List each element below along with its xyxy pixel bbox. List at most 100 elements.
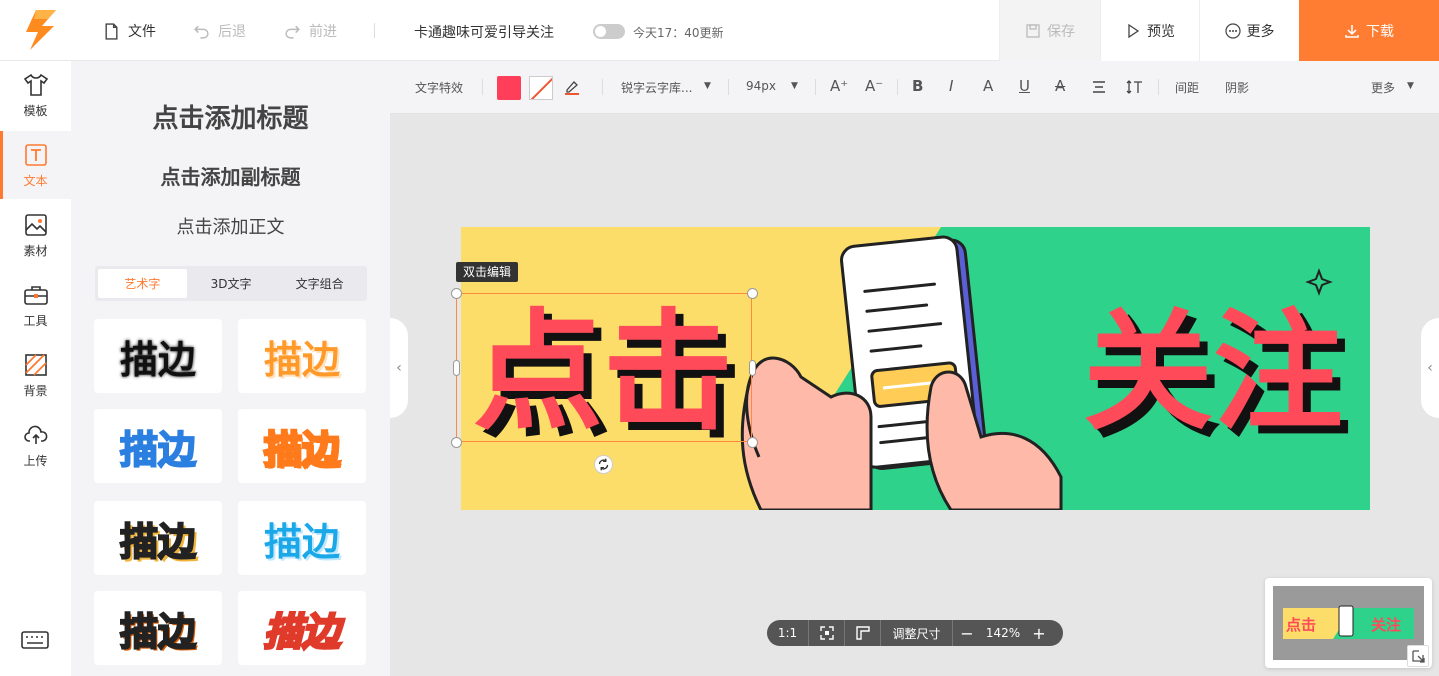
nav-item-material[interactable]: 素材: [0, 201, 71, 269]
art-text-sample[interactable]: 描边: [238, 319, 366, 393]
app-logo[interactable]: [22, 8, 62, 52]
chevron-left-icon: ‹: [1427, 360, 1433, 376]
highlight-pen-icon[interactable]: [563, 78, 581, 96]
resize-handle[interactable]: [453, 360, 460, 376]
add-subtitle-button[interactable]: 点击添加副标题: [71, 161, 390, 190]
art-text-sample[interactable]: 描边: [238, 501, 366, 575]
add-title-button[interactable]: 点击添加标题: [71, 98, 390, 135]
edit-hint-tooltip: 双击编辑: [456, 262, 519, 282]
sample-text: 描边: [263, 519, 340, 564]
nav-item-template[interactable]: 模板: [0, 61, 71, 129]
strikethrough-icon[interactable]: A: [1055, 77, 1065, 95]
expand-minimap-button[interactable]: [1407, 645, 1429, 667]
text-toolbar: 文字特效 锐字云字库... ▼ 94px ▼ A⁺ A⁻ B I A U A 间…: [390, 61, 1439, 114]
stroke-color-swatch[interactable]: [529, 76, 553, 100]
sample-text: 描边: [262, 608, 341, 655]
minimap-left-text: 点击: [1286, 616, 1316, 634]
download-button[interactable]: 下载: [1299, 0, 1439, 61]
left-nav: 模板 文本 素材 工具 背景 上传: [0, 61, 71, 676]
add-body-button[interactable]: 点击添加正文: [71, 213, 390, 239]
document-title[interactable]: 卡通趣味可爱引导关注: [414, 22, 554, 42]
keyboard-icon[interactable]: [21, 629, 49, 651]
resize-handle[interactable]: [451, 437, 462, 448]
tab-text-combo[interactable]: 文字组合: [275, 269, 364, 298]
more-button[interactable]: 更多: [1199, 0, 1299, 61]
italic-icon[interactable]: I: [949, 77, 953, 95]
align-center-icon[interactable]: [1090, 78, 1108, 96]
nav-item-text[interactable]: 文本: [0, 131, 71, 199]
nav-item-tools[interactable]: 工具: [0, 271, 71, 339]
nav-label: 背景: [23, 383, 48, 398]
actual-size-button[interactable]: 1:1: [767, 620, 809, 646]
art-text-sample[interactable]: 描边: [94, 501, 222, 575]
sample-text: 描边: [119, 519, 197, 565]
line-height-icon[interactable]: [1126, 78, 1144, 96]
sample-text: 描边: [262, 426, 341, 473]
fit-screen-icon: [819, 626, 834, 640]
undo-button[interactable]: 后退: [193, 21, 246, 41]
chevron-left-icon: ‹: [396, 360, 402, 376]
fit-screen-button[interactable]: [809, 620, 845, 646]
nav-label: 素材: [23, 243, 48, 258]
update-time: 今天17：40更新: [633, 26, 724, 40]
chevron-down-icon: ▼: [704, 81, 711, 91]
divider: [482, 79, 483, 95]
spacing-button[interactable]: 间距: [1175, 79, 1199, 96]
font-size-select[interactable]: 94px: [746, 79, 776, 93]
save-button[interactable]: 保存: [999, 0, 1100, 61]
zoom-level[interactable]: 142%: [981, 620, 1025, 646]
zoom-in-button[interactable]: +: [1025, 620, 1053, 646]
decrease-font-icon[interactable]: A⁻: [865, 77, 883, 95]
download-label: 下载: [1366, 23, 1394, 40]
art-text-sample[interactable]: 描边: [94, 591, 222, 665]
resize-canvas-button[interactable]: 调整尺寸: [881, 620, 953, 646]
tab-art-text[interactable]: 艺术字: [98, 269, 187, 298]
resize-handle[interactable]: [747, 437, 758, 448]
redo-button[interactable]: 前进: [284, 21, 337, 41]
toolbar-more-button[interactable]: 更多: [1371, 79, 1395, 96]
sample-text: 描边: [119, 609, 197, 655]
file-icon: [105, 22, 118, 40]
cloud-upload-icon: [23, 425, 47, 444]
font-family-select[interactable]: 锐字云字库...: [621, 79, 692, 96]
art-text-sample[interactable]: 描边: [238, 409, 366, 483]
underline-icon[interactable]: U: [1019, 77, 1030, 95]
ruler-icon: [855, 626, 870, 640]
nav-item-background[interactable]: 背景: [0, 341, 71, 409]
resize-handle[interactable]: [451, 288, 462, 299]
collapse-left-panel-button[interactable]: ‹: [390, 318, 408, 418]
sample-text: 描边: [117, 335, 199, 385]
art-text-sample[interactable]: 描边: [94, 319, 222, 393]
top-bar: 文件 后退 前进 卡通趣味可爱引导关注 今天17：40更新 保存 预览 更多 下…: [0, 0, 1439, 61]
selection-box[interactable]: [456, 293, 752, 442]
redo-label: 前进: [309, 24, 337, 40]
collapse-right-panel-button[interactable]: ‹: [1421, 318, 1439, 418]
auto-save-toggle[interactable]: [593, 24, 625, 39]
undo-label: 后退: [218, 24, 246, 40]
shadow-button[interactable]: 阴影: [1225, 79, 1249, 96]
fill-color-swatch[interactable]: [497, 76, 521, 100]
resize-handle[interactable]: [749, 360, 756, 376]
image-icon: [24, 213, 47, 236]
tab-3d-text[interactable]: 3D文字: [187, 269, 276, 298]
divider: [1158, 79, 1159, 95]
resize-handle[interactable]: [747, 288, 758, 299]
file-menu[interactable]: 文件: [103, 21, 156, 41]
zoom-out-button[interactable]: −: [953, 620, 981, 646]
file-label: 文件: [128, 24, 156, 40]
text-effects-button[interactable]: 文字特效: [415, 79, 463, 96]
art-text-sample[interactable]: 描边: [94, 409, 222, 483]
ruler-button[interactable]: [845, 620, 881, 646]
nav-label: 上传: [23, 453, 48, 468]
play-icon: [1128, 23, 1140, 38]
nav-item-upload[interactable]: 上传: [0, 411, 71, 479]
outline-text-icon[interactable]: A: [983, 77, 993, 95]
tshirt-icon: [23, 73, 48, 96]
bold-icon[interactable]: B: [912, 77, 923, 95]
minimap-right-text: 关注: [1371, 616, 1401, 634]
rotate-icon[interactable]: [594, 455, 613, 474]
art-text-sample[interactable]: 描边: [238, 591, 366, 665]
zoom-bar: 1:1 调整尺寸 − 142% +: [767, 620, 1063, 646]
increase-font-icon[interactable]: A⁺: [830, 77, 848, 95]
preview-button[interactable]: 预览: [1100, 0, 1199, 61]
